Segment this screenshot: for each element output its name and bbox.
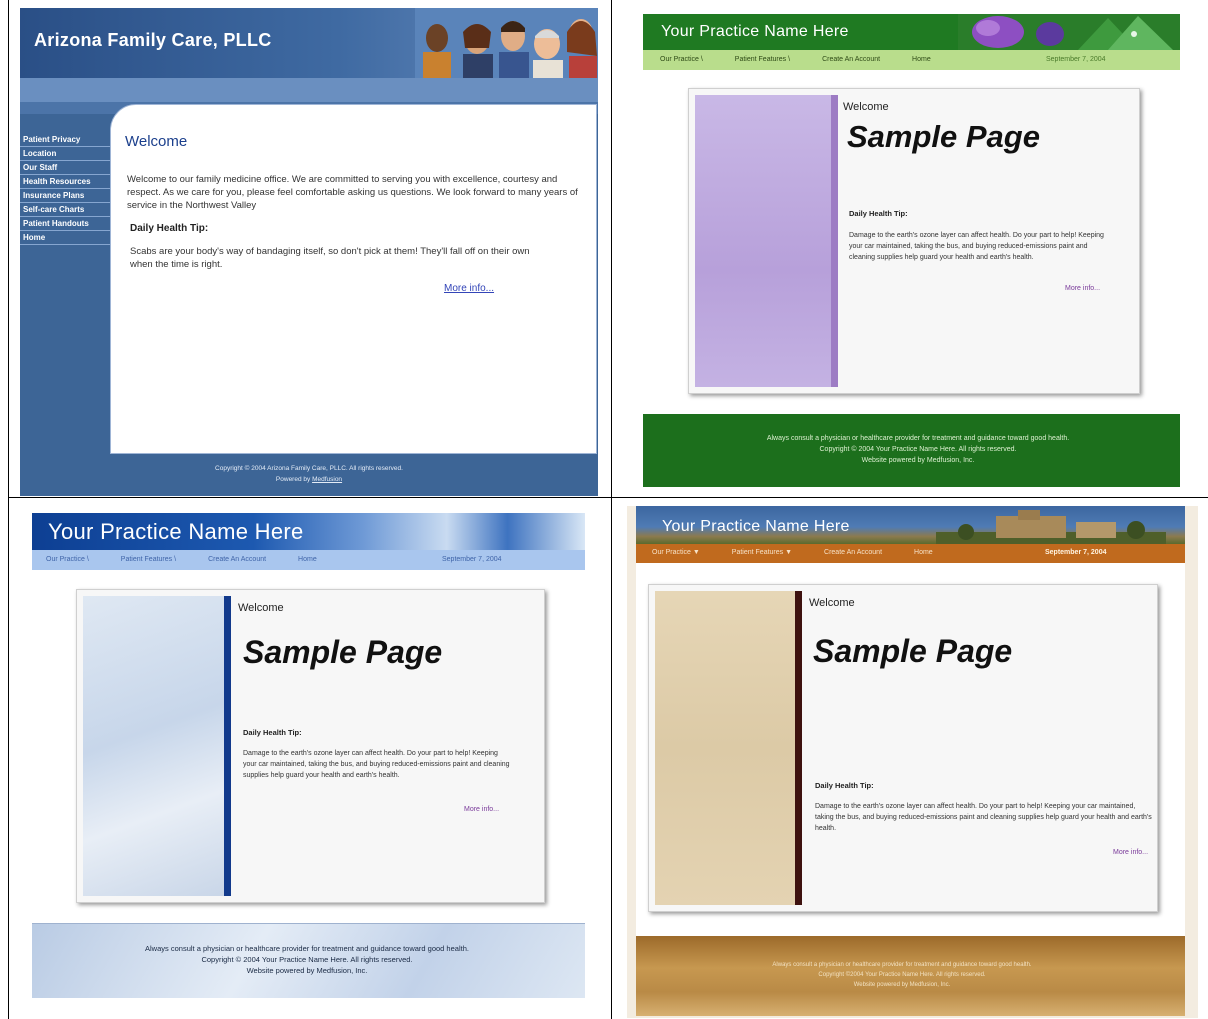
- side-image: [83, 596, 231, 896]
- flower-photo: [958, 14, 1180, 50]
- arizona-site-screenshot: Arizona Family Care, PLLC Patient Privac…: [20, 8, 598, 496]
- site-footer: Always consult a physician or healthcare…: [703, 433, 1133, 466]
- site-header: Your Practice Name Here: [636, 506, 1185, 544]
- more-info-link[interactable]: More info...: [444, 283, 494, 294]
- date-display: September 7, 2004: [1045, 549, 1107, 556]
- site-header: Your Practice Name Here: [643, 14, 1180, 50]
- more-info-link[interactable]: More info...: [464, 806, 499, 813]
- copyright-text: Copyright © 2004 Your Practice Name Here…: [819, 446, 1017, 453]
- side-image: [695, 95, 838, 387]
- powered-by-text: Powered by: [275, 476, 311, 483]
- nav-our-staff[interactable]: Our Staff: [20, 161, 110, 175]
- green-template-screenshot: Your Practice Name Here Our Practice \ P…: [643, 14, 1180, 487]
- practice-name: Your Practice Name Here: [662, 518, 850, 535]
- grid-divider-left: [8, 0, 9, 1019]
- top-nav: Our Practice \ Patient Features \ Create…: [46, 556, 349, 563]
- practice-name: Your Practice Name Here: [48, 519, 304, 544]
- health-tip-text: Damage to the earth's ozone layer can af…: [849, 232, 1104, 261]
- nav-create-account[interactable]: Create An Account: [208, 556, 266, 563]
- welcome-heading: Welcome: [238, 602, 284, 614]
- site-header: Arizona Family Care, PLLC: [20, 8, 598, 78]
- powered-by-line: Powered by Medfusion: [20, 474, 598, 485]
- nav-insurance-plans[interactable]: Insurance Plans: [20, 189, 110, 203]
- brown-template-screenshot: Your Practice Name Here Our Practice ▼ P…: [627, 506, 1198, 1018]
- health-tip-text: Scabs are your body's way of bandaging i…: [130, 246, 530, 270]
- intro-text: Welcome to our family medicine office. W…: [127, 174, 578, 211]
- nav-home[interactable]: Home: [914, 549, 933, 556]
- copyright-text: Copyright ©2004 Your Practice Name Here.…: [818, 972, 986, 978]
- site-footer: Always consult a physician or healthcare…: [92, 943, 522, 976]
- content-area: Welcome Welcome to our family medicine o…: [110, 104, 597, 454]
- welcome-heading: Welcome: [809, 597, 855, 609]
- powered-by-text: Website powered by Medfusion, Inc.: [861, 457, 975, 464]
- health-tip-heading: Daily Health Tip:: [243, 728, 302, 737]
- nav-location[interactable]: Location: [20, 147, 110, 161]
- site-title: Arizona Family Care, PLLC: [34, 30, 272, 50]
- health-tip-text: Damage to the earth's ozone layer can af…: [243, 750, 510, 779]
- content-card: Welcome Sample Page Daily Health Tip: Da…: [688, 88, 1140, 394]
- nav-patient-privacy[interactable]: Patient Privacy: [20, 133, 110, 147]
- nav-our-practice[interactable]: Our Practice ▼: [652, 549, 700, 556]
- top-nav: Our Practice \ Patient Features \ Create…: [660, 56, 963, 63]
- copyright-text: Copyright © 2004 Arizona Family Care, PL…: [215, 465, 403, 472]
- more-info-link[interactable]: More info...: [1065, 285, 1100, 292]
- nav-home[interactable]: Home: [298, 556, 317, 563]
- nav-our-practice[interactable]: Our Practice \: [46, 556, 89, 563]
- medfusion-link[interactable]: Medfusion: [312, 476, 342, 483]
- health-tip-text: Damage to the earth's ozone layer can af…: [815, 803, 1152, 832]
- site-footer: Always consult a physician or healthcare…: [707, 960, 1097, 990]
- disclaimer-text: Always consult a physician or healthcare…: [766, 435, 1070, 442]
- disclaimer-text: Always consult a physician or healthcare…: [145, 944, 469, 953]
- nav-our-practice[interactable]: Our Practice \: [660, 56, 703, 63]
- side-image: [655, 591, 802, 905]
- grid-divider-middle: [8, 497, 1208, 498]
- site-header: Your Practice Name Here: [32, 513, 585, 550]
- blue-template-screenshot: Your Practice Name Here Our Practice \ P…: [32, 513, 585, 998]
- nav-patient-features[interactable]: Patient Features \: [735, 56, 790, 63]
- disclaimer-text: Always consult a physician or healthcare…: [772, 962, 1032, 968]
- site-footer: Copyright © 2004 Arizona Family Care, PL…: [20, 463, 598, 485]
- date-display: September 7, 2004: [1046, 56, 1106, 63]
- content-card: Welcome Sample Page Daily Health Tip: Da…: [76, 589, 545, 903]
- nav-home[interactable]: Home: [912, 56, 931, 63]
- copyright-text: Copyright © 2004 Your Practice Name Here…: [201, 955, 413, 964]
- nav-health-resources[interactable]: Health Resources: [20, 175, 110, 189]
- powered-by-text: Website powered by Medfusion, Inc.: [246, 966, 368, 975]
- nav-create-account[interactable]: Create An Account: [824, 549, 882, 556]
- sample-page-title: Sample Page: [243, 634, 443, 670]
- nav-patient-handouts[interactable]: Patient Handouts: [20, 217, 110, 231]
- powered-by-text: Website powered by Medfusion, Inc.: [853, 982, 951, 988]
- content-card: Welcome Sample Page Daily Health Tip: Da…: [648, 584, 1158, 912]
- health-tip-heading: Daily Health Tip:: [815, 781, 874, 790]
- header-band: [20, 78, 598, 102]
- sidebar-nav: Patient Privacy Location Our Staff Healt…: [20, 133, 110, 245]
- top-nav: Our Practice ▼ Patient Features ▼ Create…: [652, 549, 965, 556]
- date-display: September 7, 2004: [442, 556, 502, 563]
- health-tip-heading: Daily Health Tip:: [130, 223, 209, 234]
- nav-patient-features[interactable]: Patient Features ▼: [732, 549, 792, 556]
- grid-divider-center: [611, 0, 612, 1019]
- sample-page-title: Sample Page: [847, 119, 1040, 154]
- practice-name: Your Practice Name Here: [661, 23, 849, 40]
- welcome-heading: Welcome: [843, 101, 889, 113]
- villa-photo: [936, 510, 1166, 544]
- family-photo: [415, 8, 598, 78]
- more-info-link[interactable]: More info...: [1113, 849, 1148, 856]
- nav-self-care-charts[interactable]: Self-care Charts: [20, 203, 110, 217]
- nav-create-account[interactable]: Create An Account: [822, 56, 880, 63]
- nav-patient-features[interactable]: Patient Features \: [121, 556, 176, 563]
- welcome-heading: Welcome: [125, 133, 188, 150]
- nav-home[interactable]: Home: [20, 231, 110, 245]
- sample-page-title: Sample Page: [813, 633, 1013, 669]
- health-tip-heading: Daily Health Tip:: [849, 209, 908, 218]
